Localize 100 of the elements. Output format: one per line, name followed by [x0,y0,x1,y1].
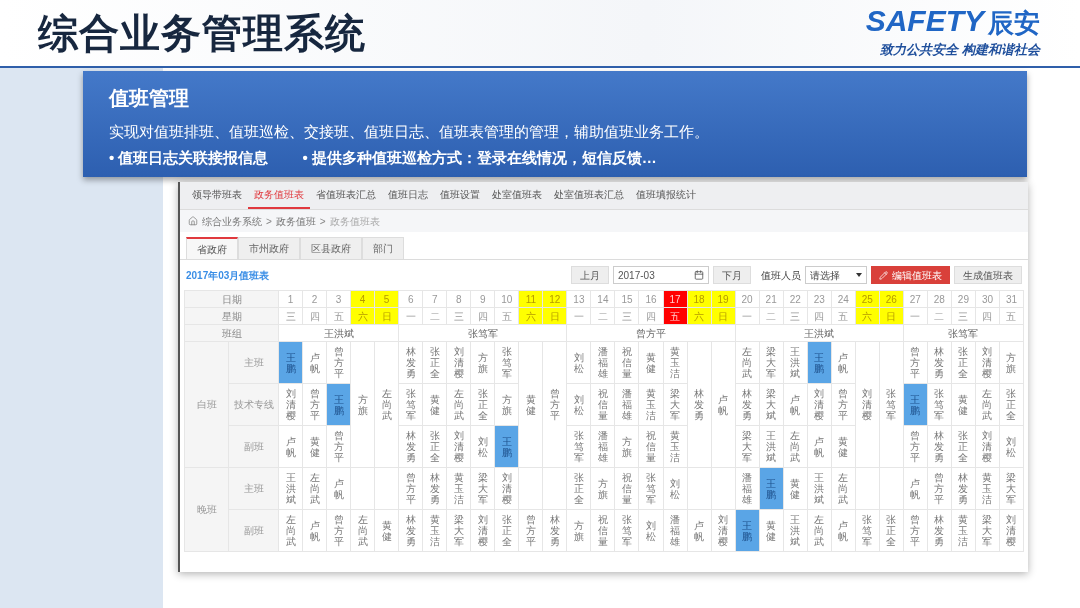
schedule-cell: 潘福雄 [591,342,616,384]
schedule-cell: 王鹏 [495,426,520,468]
schedule-cell: 祝信量 [615,342,640,384]
next-month-button[interactable]: 下月 [713,266,751,284]
schedule-cell: 梁大军 [447,510,472,552]
slide-title: 综合业务管理系统 [38,10,366,57]
schedule-cell: 左尚武 [807,510,832,552]
schedule-cell: 张笃军 [615,510,640,552]
schedule-cell: 潘福雄 [591,426,616,468]
sub-tab[interactable]: 市州政府 [238,237,300,259]
schedule-cell: 王洪斌 [807,468,832,510]
nav-tab[interactable]: 值班设置 [434,182,486,209]
weekday-cell: 四 [975,308,1000,325]
weekday-cell: 六 [519,308,544,325]
sub-tab[interactable]: 区县政府 [300,237,362,259]
breadcrumb-separator: > [266,214,272,229]
calendar-icon[interactable] [694,270,704,280]
schedule-cell: 刘松 [663,468,688,510]
date-cell: 18 [687,291,712,308]
schedule-cell: 林发勇 [927,510,952,552]
weekday-cell: 四 [639,308,664,325]
schedule-cell: 黄玉洁 [423,510,448,552]
date-cell: 11 [519,291,544,308]
schedule-cell: 方旗 [495,384,520,426]
sub-tab[interactable]: 部门 [362,237,404,259]
weekday-cell: 五 [327,308,352,325]
breadcrumb-separator: > [319,214,326,229]
schedule-cell: 梁大军 [759,342,784,384]
schedule-cell: 曾方平 [903,342,928,384]
schedule-cell: 卢帆 [687,510,712,552]
breadcrumb-link[interactable]: 政务值班 [275,213,316,229]
weekday-cell: 五 [663,308,688,325]
date-cell: 1 [279,291,304,308]
schedule-cell: 刘清樱 [975,426,1000,468]
weekday-cell: 日 [879,308,904,325]
staff-select[interactable]: 请选择 [805,266,867,284]
schedule-cell: 方旗 [615,426,640,468]
date-cell: 20 [735,291,760,308]
schedule-cell: 刘松 [567,384,592,426]
schedule-cell: 黄健 [831,426,856,468]
schedule-cell: 林发勇 [399,510,424,552]
breadcrumb-link[interactable]: 综合业务系统 [202,213,262,229]
weekday-cell: 日 [375,308,400,325]
team-cell: 王洪斌 [735,325,904,342]
schedule-cell: 方旗 [471,342,496,384]
schedule-cell: 黄玉洁 [663,342,688,384]
date-cell: 3 [327,291,352,308]
schedule-cell: 林发勇 [927,426,952,468]
generate-schedule-button[interactable]: 生成值班表 [954,266,1022,284]
schedule-cell: 祝信量 [591,510,616,552]
date-cell: 13 [567,291,592,308]
schedule-cell: 梁大军 [735,426,760,468]
date-cell: 31 [999,291,1024,308]
schedule-cell: 黄玉洁 [639,384,664,426]
schedule-cell: 左尚武 [303,468,328,510]
intro-heading: 值班管理 [109,86,190,111]
schedule-cell: 祝信量 [639,426,664,468]
role-label: 主班 [229,342,279,384]
edit-schedule-button[interactable]: 编辑值班表 [871,266,950,284]
nav-tab[interactable]: 领导带班表 [186,182,248,209]
nav-tab[interactable]: 值班日志 [382,182,434,209]
date-cell: 27 [903,291,928,308]
date-cell: 24 [831,291,856,308]
schedule-cell: 梁大军 [999,468,1024,510]
schedule-cell: 左尚武 [447,384,472,426]
previous-month-button[interactable]: 上月 [571,266,609,284]
schedule-cell: 左尚武 [351,510,376,552]
schedule-cell: 黄玉洁 [663,426,688,468]
pencil-icon [879,270,888,280]
weekday-cell: 三 [615,308,640,325]
schedule-cell: 曾方平 [903,510,928,552]
date-cell: 25 [855,291,880,308]
date-cell: 17 [663,291,688,308]
schedule-cell: 张正全 [471,384,496,426]
schedule-cell: 黄健 [423,384,448,426]
nav-tab[interactable]: 处室值班表汇总 [548,182,630,209]
schedule-cell: 张笃军 [639,468,664,510]
schedule-cell: 张正全 [999,384,1024,426]
nav-tab[interactable]: 值班填报统计 [630,182,702,209]
date-cell: 19 [711,291,736,308]
schedule-cell: 张笃军 [927,384,952,426]
date-cell: 8 [447,291,472,308]
schedule-cell: 刘清樱 [711,510,736,552]
month-field[interactable]: 2017-03 [613,266,709,284]
nav-tab[interactable]: 处室值班表 [486,182,548,209]
sub-tab[interactable]: 省政府 [186,237,238,259]
date-cell: 30 [975,291,1000,308]
nav-tab[interactable]: 省值班表汇总 [310,182,382,209]
schedule-cell: 王鹏 [807,342,832,384]
date-cell: 14 [591,291,616,308]
schedule-cell: 刘清樱 [855,342,880,468]
team-cell: 张笃军 [903,325,1024,342]
date-cell: 9 [471,291,496,308]
date-cell: 6 [399,291,424,308]
schedule-cell: 曾方平 [399,468,424,510]
schedule-cell: 刘清樱 [447,342,472,384]
schedule-cell: 王洪斌 [759,426,784,468]
schedule-cell: 左尚武 [735,342,760,384]
shift-label: 白班 [185,342,229,468]
schedule-cell: 张正全 [951,342,976,384]
